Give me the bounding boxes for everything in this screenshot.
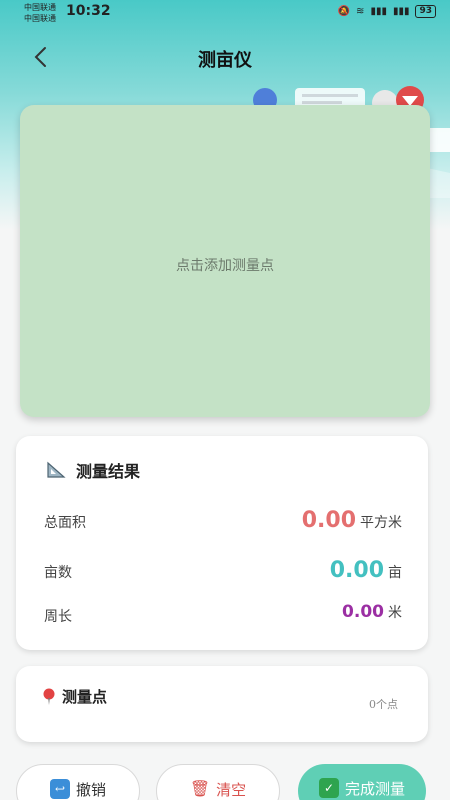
clear-button[interactable]: 🗑 清空	[156, 764, 280, 800]
signal-icon: ▮▮▮	[370, 6, 387, 17]
undo-arrow-icon: ↩	[49, 779, 70, 799]
result-row-perimeter: 周长 0.00 米	[44, 602, 402, 632]
result-label-perimeter: 周长	[44, 609, 72, 625]
result-row-mu: 亩数 0.00 亩	[44, 558, 402, 588]
result-value-mu: 0.00	[329, 558, 384, 583]
results-title-text: 测量结果	[76, 462, 141, 481]
status-bar: 中国联通 中国联通 10:32 🔕 ≋ ▮▮▮ ▮▮▮ 93	[0, 0, 450, 28]
results-card: 测量结果 总面积 0.00 平方米 亩数 0.00 亩 周长 0.00 米	[16, 436, 428, 650]
result-value-area-group: 0.00 平方米	[302, 508, 402, 533]
battery-icon: 93	[415, 5, 436, 18]
map-pin-icon	[43, 688, 55, 705]
page-title: 测亩仪	[198, 50, 252, 71]
status-time: 10:32	[66, 3, 111, 19]
nav-bar: 测亩仪	[0, 38, 450, 78]
result-value-mu-group: 0.00 亩	[330, 558, 402, 583]
points-title: 测量点	[42, 686, 107, 707]
carrier-1: 中国联通	[24, 3, 56, 12]
check-icon: ✓	[318, 778, 339, 798]
finish-measure-button[interactable]: ✓ 完成测量	[298, 764, 426, 800]
signal-2-icon: ▮▮▮	[392, 6, 410, 17]
result-unit-perimeter: 米	[388, 605, 402, 621]
undo-button[interactable]: ↩ 撤销	[16, 764, 140, 800]
carrier-labels: 中国联通 中国联通	[24, 2, 56, 24]
trash-icon: 🗑	[189, 779, 211, 798]
points-card[interactable]: 测量点 0个点	[16, 666, 428, 742]
status-icons: 🔕 ≋ ▮▮▮ ▮▮▮ 93	[338, 5, 436, 18]
clear-label: 清空	[216, 781, 247, 799]
ruler-triangle-icon	[47, 461, 66, 478]
result-row-area: 总面积 0.00 平方米	[44, 508, 402, 538]
result-value-area: 0.00	[301, 508, 356, 533]
result-label-area: 总面积	[44, 515, 86, 531]
wifi-icon: ≋	[356, 6, 365, 17]
points-count: 0个点	[369, 698, 398, 711]
result-label-mu: 亩数	[44, 565, 72, 581]
mute-icon: 🔕	[337, 6, 351, 17]
result-value-perimeter: 0.00	[342, 602, 384, 622]
undo-label: 撤销	[75, 781, 106, 799]
result-unit-area: 平方米	[360, 515, 402, 531]
result-value-perimeter-group: 0.00 米	[342, 602, 402, 622]
map-hint: 点击添加测量点	[176, 258, 274, 274]
result-unit-mu: 亩	[388, 565, 402, 581]
finish-label: 完成测量	[344, 780, 405, 798]
carrier-2: 中国联通	[24, 14, 56, 23]
points-title-text: 测量点	[62, 688, 108, 706]
measure-map-area[interactable]: 点击添加测量点	[20, 105, 430, 417]
results-title: 测量结果	[46, 458, 140, 482]
